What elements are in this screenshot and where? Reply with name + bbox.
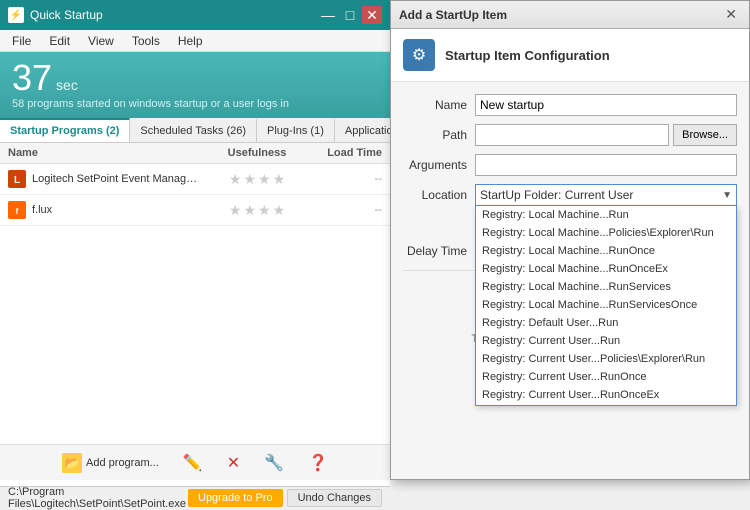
svg-text:f: f	[16, 207, 19, 216]
upgrade-button[interactable]: Upgrade to Pro	[188, 489, 283, 507]
location-dropdown[interactable]: StartUp Folder: Current User ▼ Registry:…	[475, 184, 737, 206]
location-dropdown-list: Registry: Local Machine...Run Registry: …	[475, 206, 737, 406]
location-selected-text: StartUp Folder: Current User	[480, 188, 633, 202]
properties-icon: 🔧	[264, 453, 284, 473]
minimize-button[interactable]: —	[318, 6, 338, 24]
edit-icon: ✏️	[183, 453, 203, 473]
menu-help[interactable]: Help	[170, 32, 211, 50]
dialog-window: Add a StartUp Item ✕ ⚙ Startup Item Conf…	[390, 0, 750, 480]
flux-icon: f	[8, 201, 26, 219]
edit-button[interactable]: ✏️	[175, 449, 211, 477]
stats-unit: sec	[56, 77, 78, 93]
close-button[interactable]: ✕	[362, 6, 382, 24]
location-selected[interactable]: StartUp Folder: Current User ▼	[475, 184, 737, 206]
status-bar: C:\Program Files\Logitech\SetPoint\SetPo…	[0, 486, 390, 508]
title-bar-controls: — □ ✕	[318, 6, 382, 24]
stats-description: 58 programs started on windows startup o…	[12, 98, 378, 110]
delete-icon: ✕	[227, 453, 240, 473]
dropdown-option[interactable]: Registry: Current User...Run	[476, 332, 736, 350]
add-icon: 📂	[62, 453, 82, 473]
stats-bar: 37 sec 58 programs started on windows st…	[0, 52, 390, 118]
row-name-logitech: Logitech SetPoint Event Manager (UNICODE…	[32, 173, 202, 185]
dropdown-option[interactable]: Registry: Local Machine...Run	[476, 206, 736, 224]
name-input[interactable]	[475, 94, 737, 116]
col-header-name: Name	[8, 147, 202, 159]
dialog-title-text: Add a StartUp Item	[399, 8, 721, 22]
dialog-title-bar: Add a StartUp Item ✕	[391, 1, 749, 29]
status-path: C:\Program Files\Logitech\SetPoint\SetPo…	[8, 486, 188, 510]
menu-tools[interactable]: Tools	[124, 32, 168, 50]
undo-button[interactable]: Undo Changes	[287, 489, 382, 507]
tab-app-services[interactable]: Application Services (8)	[335, 118, 390, 142]
dropdown-option[interactable]: Registry: Current User...RunServices	[476, 404, 736, 406]
dropdown-option[interactable]: Registry: Local Machine...RunServices	[476, 278, 736, 296]
app-title: Quick Startup	[30, 8, 312, 22]
form-label-arguments: Arguments	[403, 158, 475, 172]
stats-number: 37	[12, 60, 52, 96]
col-header-usefulness: Usefulness	[202, 147, 312, 159]
row-name-flux: f.lux	[32, 204, 202, 216]
table-row[interactable]: f f.lux ★★★★ --	[0, 195, 390, 226]
menu-file[interactable]: File	[4, 32, 39, 50]
form-label-delay: Delay Time	[403, 244, 475, 258]
path-input[interactable]	[475, 124, 669, 146]
row-stars-logitech: ★★★★	[202, 171, 312, 188]
arguments-input[interactable]	[475, 154, 737, 176]
form-label-path: Path	[403, 128, 475, 142]
dropdown-option[interactable]: Registry: Default User...Run	[476, 314, 736, 332]
col-header-load: Load Time	[312, 147, 382, 159]
dropdown-arrow-icon: ▼	[722, 190, 732, 201]
form-row-arguments: Arguments	[403, 154, 737, 176]
row-icon: L	[8, 170, 26, 188]
tab-plugins[interactable]: Plug-Ins (1)	[257, 118, 335, 142]
form-label-name: Name	[403, 98, 475, 112]
dropdown-option[interactable]: Registry: Current User...RunOnceEx	[476, 386, 736, 404]
tab-scheduled-tasks[interactable]: Scheduled Tasks (26)	[130, 118, 257, 142]
help-button[interactable]: ❓	[300, 449, 336, 477]
dropdown-option[interactable]: Registry: Local Machine...RunOnce	[476, 242, 736, 260]
row-loadtime-flux: --	[312, 204, 382, 216]
dialog-header-icon: ⚙	[403, 39, 435, 71]
dropdown-option[interactable]: Registry: Current User...RunOnce	[476, 368, 736, 386]
row-stars-flux: ★★★★	[202, 202, 312, 219]
title-bar: ⚡ Quick Startup — □ ✕	[0, 0, 390, 30]
dropdown-option[interactable]: Registry: Current User...Policies\Explor…	[476, 350, 736, 368]
dropdown-option[interactable]: Registry: Local Machine...RunOnceEx	[476, 260, 736, 278]
delete-button[interactable]: ✕	[219, 449, 248, 477]
table-row[interactable]: L Logitech SetPoint Event Manager (UNICO…	[0, 164, 390, 195]
properties-button[interactable]: 🔧	[256, 449, 292, 477]
row-loadtime-logitech: --	[312, 173, 382, 185]
table-header: Name Usefulness Load Time	[0, 143, 390, 164]
help-icon: ❓	[308, 453, 328, 473]
add-program-button[interactable]: 📂 Add program...	[54, 449, 167, 477]
menu-view[interactable]: View	[80, 32, 122, 50]
menu-bar: File Edit View Tools Help	[0, 30, 390, 52]
dialog-header: ⚙ Startup Item Configuration	[391, 29, 749, 82]
browse-button[interactable]: Browse...	[673, 124, 737, 146]
form-row-location: Location StartUp Folder: Current User ▼ …	[403, 184, 737, 206]
form-row-name: Name	[403, 94, 737, 116]
form-label-location: Location	[403, 188, 475, 202]
menu-edit[interactable]: Edit	[41, 32, 78, 50]
app-icon: ⚡	[8, 7, 24, 23]
dropdown-option[interactable]: Registry: Local Machine...Policies\Explo…	[476, 224, 736, 242]
dialog-close-button[interactable]: ✕	[721, 6, 741, 23]
dialog-body: Name Path Browse... Arguments Location S…	[391, 82, 749, 361]
tabs-row: Startup Programs (2) Scheduled Tasks (26…	[0, 118, 390, 143]
app-window: ⚡ Quick Startup — □ ✕ File Edit View Too…	[0, 0, 390, 508]
maximize-button[interactable]: □	[340, 6, 360, 24]
dropdown-option[interactable]: Registry: Local Machine...RunServicesOnc…	[476, 296, 736, 314]
tab-startup-programs[interactable]: Startup Programs (2)	[0, 118, 130, 142]
add-program-label: Add program...	[86, 457, 159, 469]
svg-text:L: L	[14, 175, 20, 186]
status-buttons: Upgrade to Pro Undo Changes	[188, 489, 382, 507]
dialog-header-title: Startup Item Configuration	[445, 48, 610, 63]
form-row-path: Path Browse...	[403, 124, 737, 146]
bottom-toolbar: 📂 Add program... ✏️ ✕ 🔧 ❓	[0, 444, 390, 480]
